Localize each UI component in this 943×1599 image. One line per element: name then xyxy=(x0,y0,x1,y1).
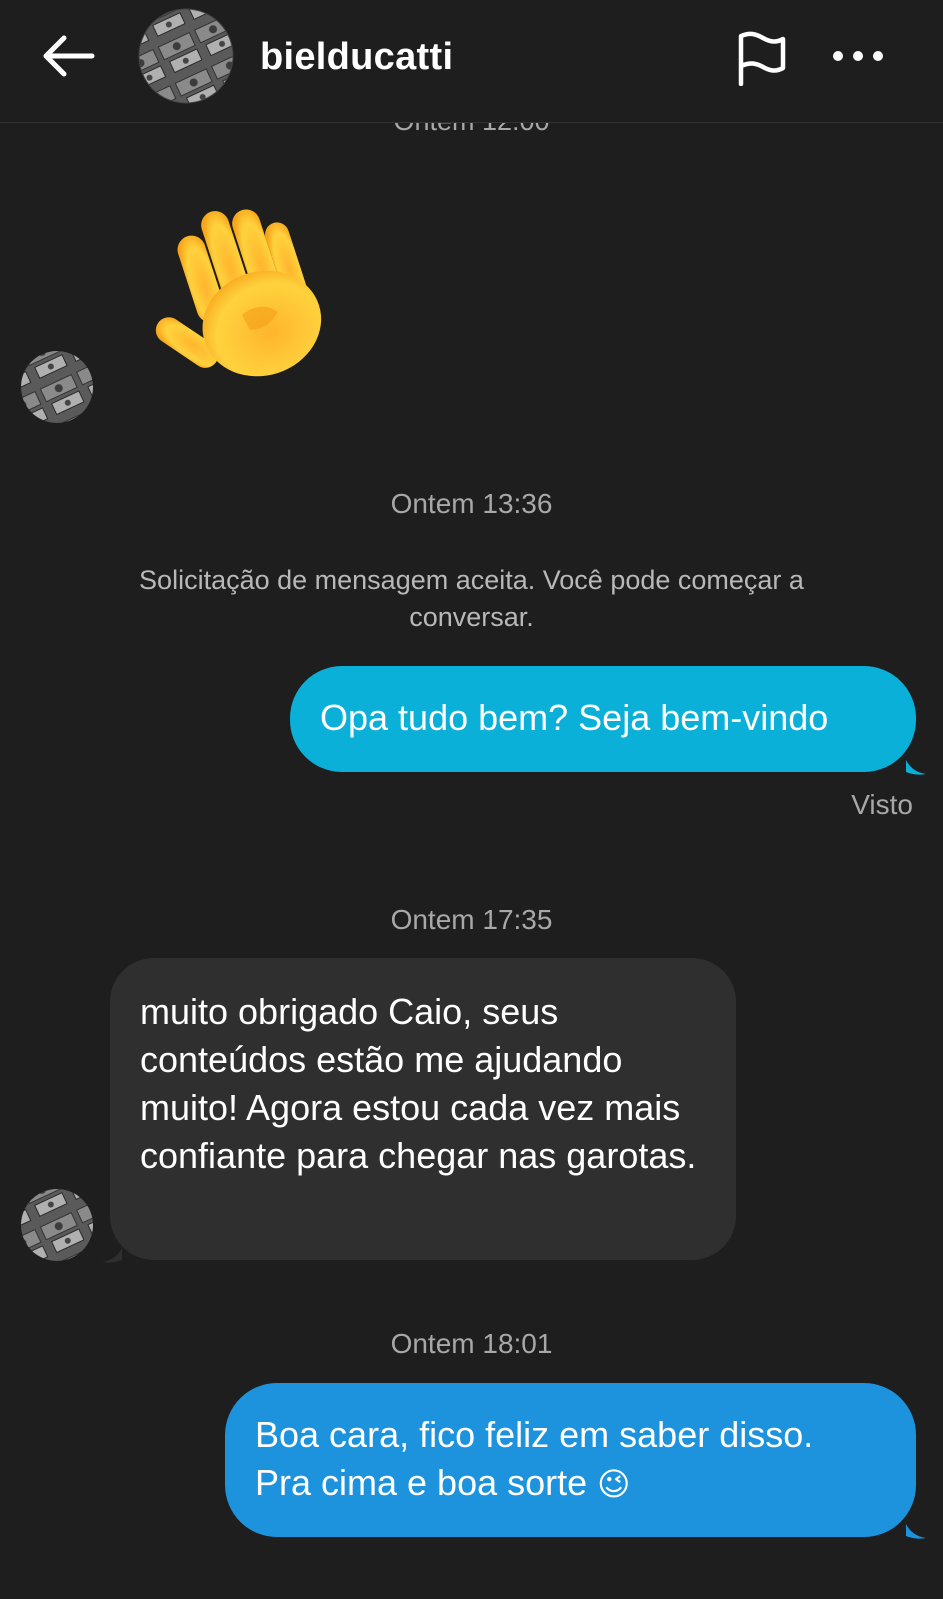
outgoing-message[interactable]: Boa cara, fico feliz em saber disso. Pra… xyxy=(225,1383,916,1537)
outgoing-message[interactable]: Opa tudo bem? Seja bem-vindo xyxy=(290,666,916,772)
more-horizontal-icon[interactable] xyxy=(830,40,886,72)
avatar[interactable] xyxy=(20,1188,94,1262)
timestamp: Ontem 18:01 xyxy=(390,1328,553,1359)
message-text-line: Boa cara, fico feliz em saber disso. xyxy=(255,1414,814,1455)
arrow-left-icon[interactable] xyxy=(38,32,98,80)
message-text: muito obrigado Caio, seus conteúdos estã… xyxy=(140,991,697,1176)
bubble-tail xyxy=(906,760,926,775)
avatar[interactable] xyxy=(20,350,94,424)
chat-header: bielducatti xyxy=(0,0,943,123)
timestamp: Ontem 13:36 xyxy=(390,488,553,519)
winking-face-emoji: 😉 xyxy=(597,1466,631,1502)
timestamp: Ontem 17:35 xyxy=(390,904,553,935)
seen-status: Visto xyxy=(851,789,913,820)
username[interactable]: bielducatti xyxy=(260,36,453,79)
message-text-line: Pra cima e boa sorte 😉 xyxy=(255,1459,896,1508)
flag-icon[interactable] xyxy=(736,30,788,86)
message-text: Pra cima e boa sorte xyxy=(255,1462,588,1503)
system-message: Solicitação de mensagem aceita. Você pod… xyxy=(139,565,804,632)
incoming-message[interactable]: muito obrigado Caio, seus conteúdos estã… xyxy=(110,958,736,1260)
bubble-tail xyxy=(906,1524,926,1539)
waving-hand-emoji xyxy=(155,209,322,377)
avatar[interactable] xyxy=(138,8,234,104)
bubble-tail xyxy=(102,1248,122,1263)
message-text: Opa tudo bem? Seja bem-vindo xyxy=(320,697,829,738)
